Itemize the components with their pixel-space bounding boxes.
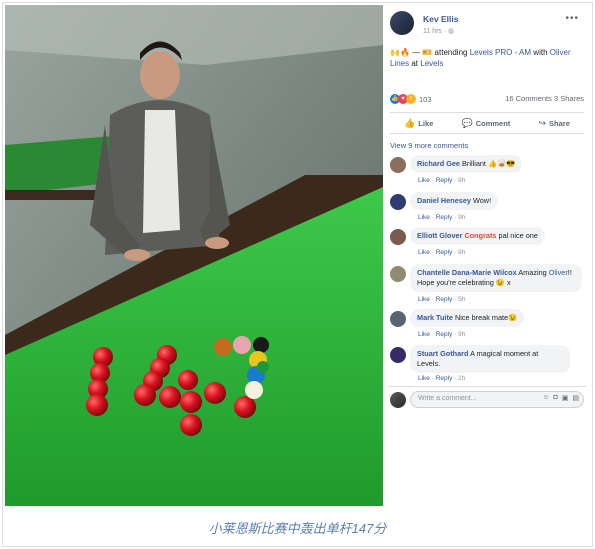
commenter-avatar[interactable] (390, 194, 406, 210)
comment-age[interactable]: 5h (458, 296, 465, 303)
comment-actions: Like · Reply · 9h (418, 249, 466, 256)
comment-like-link[interactable]: Like (418, 214, 430, 221)
comment-reply-link[interactable]: Reply (436, 296, 453, 303)
viewer-avatar (390, 392, 406, 408)
ellipsis-icon[interactable]: ••• (565, 13, 579, 24)
share-button[interactable]: ↪ Share (538, 118, 569, 129)
comment-button[interactable]: 💬 Comment (461, 118, 510, 129)
comment-like-link[interactable]: Like (418, 296, 430, 303)
comment-reply-link[interactable]: Reply (436, 375, 453, 382)
post-header: Kev Ellis 11 hrs · ◍ ••• (390, 11, 585, 41)
commenter-name[interactable]: Richard Gee (417, 159, 460, 168)
post-side-panel: Kev Ellis 11 hrs · ◍ ••• 🙌🔥 — 🎫 attendin… (384, 5, 589, 506)
comment-actions: Like · Reply · 5h (418, 296, 466, 303)
share-label: Share (549, 118, 570, 128)
comment-bubble: Elliott Glover Congrats pal nice one (410, 227, 545, 245)
emoji-icon[interactable]: ☺ (542, 394, 549, 402)
view-more-comments-link[interactable]: View 9 more comments (390, 141, 468, 150)
comment-text: Amazing (516, 268, 549, 277)
author-avatar[interactable] (390, 11, 414, 35)
comment-bubble: Daniel Henesey Wow! (410, 192, 499, 210)
comment-reply-link[interactable]: Reply (436, 214, 453, 221)
commenter-avatar[interactable] (390, 311, 406, 327)
comment-mention[interactable]: Oliver (549, 268, 568, 277)
place-link[interactable]: Levels (420, 59, 443, 68)
comment-age[interactable]: 9h (458, 177, 465, 184)
event-link[interactable]: Levels PRO - AM (470, 48, 531, 57)
comment-like-link[interactable]: Like (418, 177, 430, 184)
comment-composer: Write a comment... ☺ ◘ ▣ ▤ (388, 386, 586, 410)
comment-like-link[interactable]: Like (418, 331, 430, 338)
comment-actions: Like · Reply · 9h (418, 214, 466, 221)
post-text-with: with (531, 48, 550, 57)
image-caption: 小莱恩斯比赛中轰出单杆147分 (208, 521, 387, 536)
comment-age[interactable]: 9h (458, 249, 465, 256)
comment-like-link[interactable]: Like (418, 375, 430, 382)
comment-bubble: Stuart Gothard A magical moment at Level… (410, 345, 570, 373)
comment-bubble: Chantelle Dana-Marie Wilcox Amazing Oliv… (410, 264, 582, 292)
comment-reply-link[interactable]: Reply (436, 249, 453, 256)
author-name[interactable]: Kev Ellis (423, 14, 458, 24)
reactions-summary[interactable]: 👍 ♥ ! 103 (390, 94, 432, 104)
comment-actions: Like · Reply · 2h (418, 375, 466, 382)
commenter-avatar[interactable] (390, 347, 406, 363)
share-icon: ↪ (538, 117, 547, 128)
post-time[interactable]: 11 hrs (423, 28, 442, 35)
comment-text: Wow! (472, 196, 492, 205)
camera-icon[interactable]: ◘ (554, 394, 558, 402)
commenter-avatar[interactable] (390, 157, 406, 173)
gif-icon[interactable]: ▣ (562, 394, 569, 402)
comment-actions: Like · Reply · 9h (418, 177, 466, 184)
commenter-avatar[interactable] (390, 266, 406, 282)
comment-tag[interactable]: Congrats (464, 231, 496, 240)
like-label: Like (418, 118, 434, 128)
comment-share-counts: 16 Comments 3 Shares (505, 94, 584, 103)
shares-count[interactable]: 3 Shares (554, 94, 584, 103)
like-button[interactable]: 👍 Like (404, 118, 433, 129)
post-actions: 👍 Like 💬 Comment ↪ Share (390, 112, 584, 134)
comment-actions: Like · Reply · 9h (418, 331, 466, 338)
comment-label: Comment (475, 118, 511, 128)
post-stats: 👍 ♥ ! 103 16 Comments 3 Shares (390, 93, 584, 107)
commenter-avatar[interactable] (390, 229, 406, 245)
thumbs-up-icon: 👍 (404, 117, 416, 128)
commenter-name[interactable]: Chantelle Dana-Marie Wilcox (417, 268, 517, 277)
comment-text: Brilliant 👍🥃😎 (462, 159, 516, 168)
globe-icon: ◍ (448, 28, 455, 35)
commenter-name[interactable]: Daniel Henesey (417, 196, 471, 205)
post-meta: 11 hrs · ◍ (423, 28, 455, 35)
comment-age[interactable]: 9h (458, 331, 465, 338)
post-photo[interactable] (5, 5, 383, 506)
composer-tools: ☺ ◘ ▣ ▤ (542, 394, 579, 402)
comment-text: pal nice one (496, 231, 538, 240)
post-text-prefix: 🙌🔥 — 🎫 attending (390, 48, 470, 57)
comment-age[interactable]: 2h (458, 375, 465, 382)
comment-input[interactable]: Write a comment... ☺ ◘ ▣ ▤ (410, 391, 584, 408)
comment-placeholder: Write a comment... (418, 395, 477, 402)
post-text: 🙌🔥 — 🎫 attending Levels PRO - AM with Ol… (390, 47, 584, 69)
sticker-icon[interactable]: ▤ (572, 394, 579, 402)
reaction-count: 103 (419, 94, 432, 104)
comment-age[interactable]: 9h (458, 214, 465, 221)
comment-bubble: Mark Tuite Nice break mate😉 (410, 309, 525, 327)
comment-reply-link[interactable]: Reply (436, 331, 453, 338)
comment-text: Nice break mate😉 (452, 313, 518, 322)
comment-reply-link[interactable]: Reply (436, 177, 453, 184)
comment-like-link[interactable]: Like (418, 249, 430, 256)
comments-count[interactable]: 16 Comments (505, 94, 552, 103)
commenter-name[interactable]: Stuart Gothard (417, 349, 468, 358)
post-text-at: at (409, 59, 421, 68)
commenter-name[interactable]: Elliott Glover (417, 231, 462, 240)
commenter-name[interactable]: Mark Tuite (417, 313, 453, 322)
comment-bubble: Richard Gee Brilliant 👍🥃😎 (410, 155, 523, 173)
comment-icon: 💬 (461, 117, 473, 128)
wow-reaction-icon: ! (406, 94, 416, 104)
